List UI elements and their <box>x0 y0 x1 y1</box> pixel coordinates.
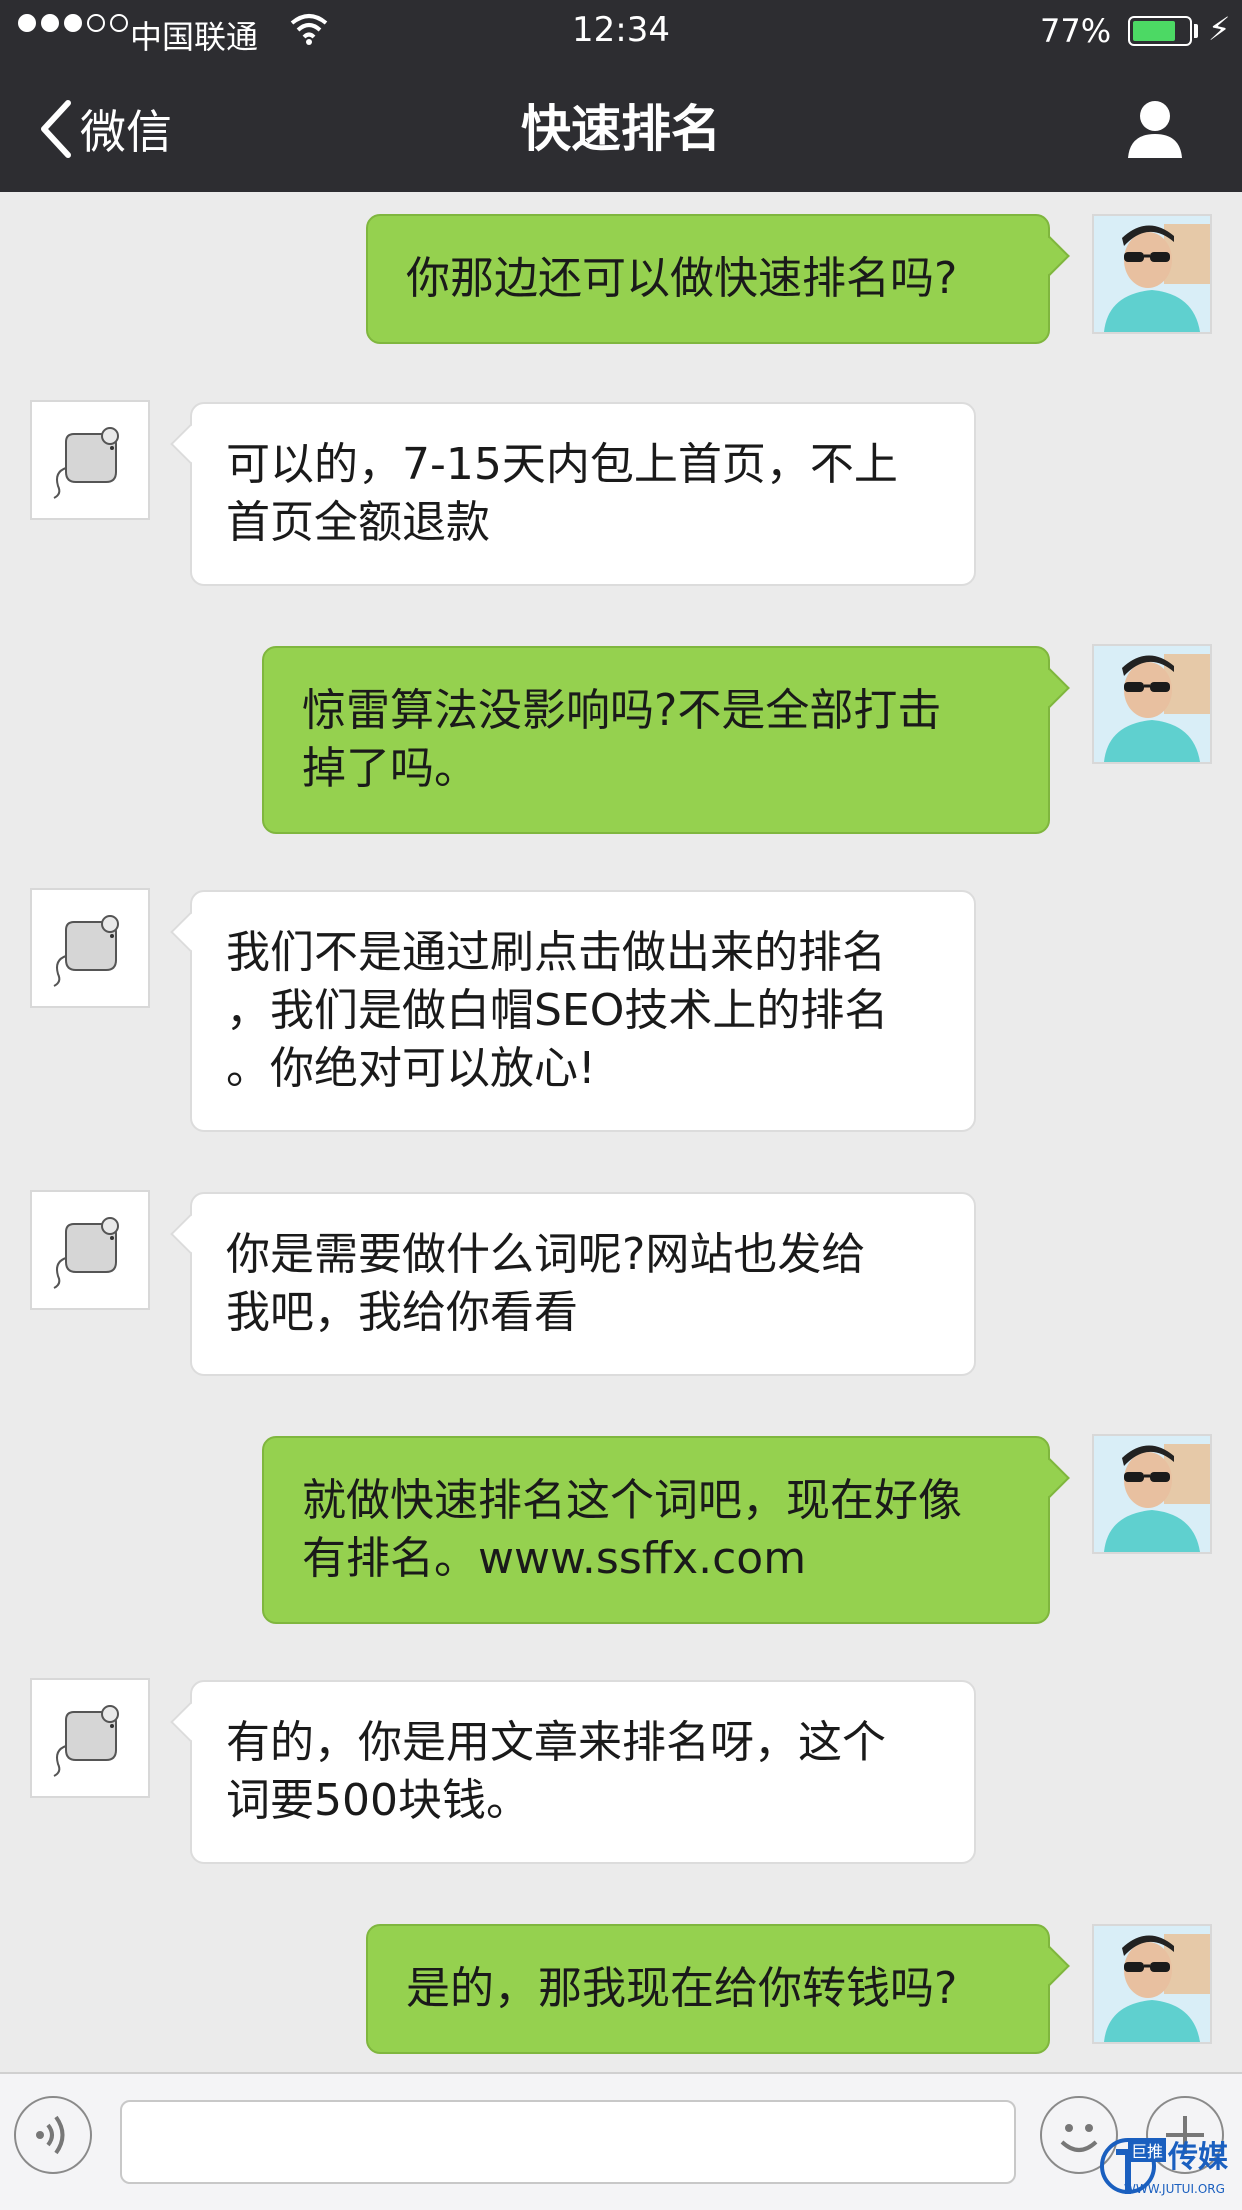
message-text-line: 可以的，7-15天内包上首页，不上 <box>226 439 898 490</box>
message-text-line: 词要500块钱。 <box>226 1775 530 1826</box>
contact-avatar[interactable] <box>30 888 150 1008</box>
voice-button[interactable] <box>14 2096 92 2174</box>
contact-message-bubble[interactable]: 我们不是通过刷点击做出来的排名 ，我们是做白帽SEO技术上的排名 。你绝对可以放心! <box>190 890 976 1132</box>
person-photo-icon <box>1094 216 1210 332</box>
message-text-line: 。你绝对可以放心! <box>226 1043 596 1094</box>
my-avatar[interactable] <box>1092 644 1212 764</box>
person-photo-icon <box>1094 646 1210 762</box>
top-bar: 中国联通 12:34 77% ⚡︎ 微信 快速排名 <box>0 0 1242 192</box>
contact-message-bubble[interactable]: 可以的，7-15天内包上首页，不上 首页全额退款 <box>190 402 976 586</box>
mouse-icon <box>53 915 119 987</box>
person-photo-icon <box>1094 1926 1210 2042</box>
battery-cap <box>1194 24 1198 38</box>
message-text-line: ，我们是做白帽SEO技术上的排名 <box>226 985 889 1036</box>
mouse-icon <box>53 1705 119 1777</box>
battery-icon <box>1128 16 1192 46</box>
voice-icon <box>36 2115 65 2155</box>
status-bar: 中国联通 12:34 77% ⚡︎ <box>0 0 1242 64</box>
message-text-line: 是的，那我现在给你转钱吗? <box>406 1963 958 2014</box>
battery-level <box>1133 21 1175 41</box>
my-avatar[interactable] <box>1092 1924 1212 2044</box>
message-text-line: 你那边还可以做快速排名吗? <box>406 253 958 304</box>
contact-message-bubble[interactable]: 你是需要做什么词呢?网站也发给 我吧，我给你看看 <box>190 1192 976 1376</box>
battery-percent: 77% <box>1040 12 1112 50</box>
watermark-name: 传媒 <box>1168 2140 1228 2175</box>
contact-avatar[interactable] <box>30 400 150 520</box>
mouse-icon <box>53 427 119 499</box>
message-text-line: 我吧，我给你看看 <box>226 1287 578 1338</box>
contact-message-bubble[interactable]: 有的，你是用文章来排名呀，这个 词要500块钱。 <box>190 1680 976 1864</box>
my-message-bubble[interactable]: 是的，那我现在给你转钱吗? <box>366 1924 1050 2054</box>
charging-icon: ⚡︎ <box>1208 10 1231 48</box>
message-text-line: 你是需要做什么词呢?网站也发给 <box>226 1229 866 1280</box>
my-message-bubble[interactable]: 惊雷算法没影响吗?不是全部打击 掉了吗。 <box>262 646 1050 834</box>
message-text-line: 掉了吗。 <box>302 743 478 794</box>
message-text-line: 有排名。www.ssffx.com <box>302 1533 807 1584</box>
my-avatar[interactable] <box>1092 1434 1212 1554</box>
my-message-bubble[interactable]: 就做快速排名这个词吧，现在好像 有排名。www.ssffx.com <box>262 1436 1050 1624</box>
message-input[interactable] <box>120 2100 1016 2184</box>
watermark-tag: 巨推 <box>1128 2138 1167 2162</box>
input-bar <box>0 2072 1242 2210</box>
person-photo-icon <box>1094 1436 1210 1552</box>
message-text-line: 惊雷算法没影响吗?不是全部打击 <box>302 685 942 736</box>
contact-avatar[interactable] <box>30 1678 150 1798</box>
watermark-logo: 巨推 传媒 WWW.JUTUI.ORG <box>1098 2132 1238 2204</box>
message-text-line: 就做快速排名这个词吧，现在好像 <box>302 1475 962 1526</box>
chat-area[interactable]: 你那边还可以做快速排名吗? 可以的，7-15天内包上首页，不上 首页全额退款惊雷算法… <box>0 192 1242 2072</box>
my-avatar[interactable] <box>1092 214 1212 334</box>
message-text-line: 有的，你是用文章来排名呀，这个 <box>226 1717 886 1768</box>
message-text-line: 首页全额退款 <box>226 497 490 548</box>
message-text-line: 我们不是通过刷点击做出来的排名 <box>226 927 886 978</box>
profile-icon[interactable] <box>1122 96 1188 162</box>
watermark-url: WWW.JUTUI.ORG <box>1124 2182 1225 2196</box>
my-message-bubble[interactable]: 你那边还可以做快速排名吗? <box>366 214 1050 344</box>
mouse-icon <box>53 1217 119 1289</box>
contact-avatar[interactable] <box>30 1190 150 1310</box>
page-title: 快速排名 <box>521 100 721 158</box>
